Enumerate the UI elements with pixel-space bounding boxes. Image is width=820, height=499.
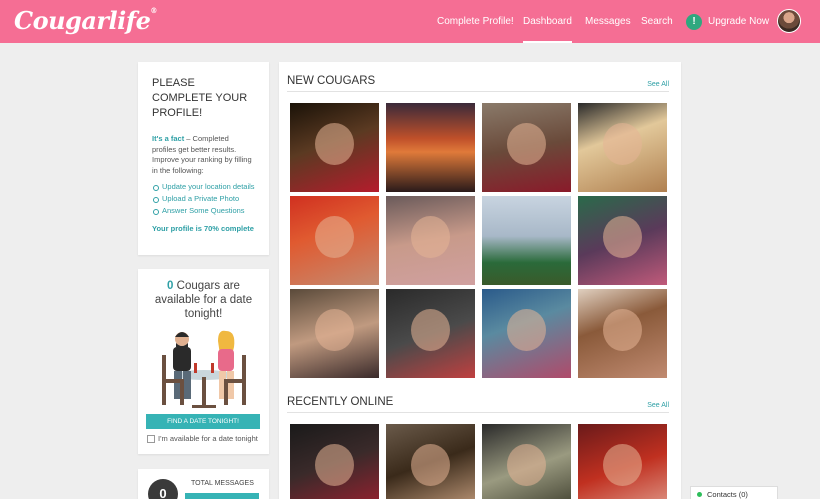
nav-dashboard[interactable]: Dashboard bbox=[523, 0, 572, 43]
cougarlife-logo[interactable]: Cougarlife® bbox=[14, 6, 157, 35]
top-nav-bar: Cougarlife® Complete Profile! Dashboard … bbox=[0, 0, 820, 43]
contacts-count: (0) bbox=[738, 489, 748, 499]
complete-profile-title: Please complete your profile! bbox=[152, 77, 248, 119]
new-cougar-profile-photo[interactable] bbox=[578, 289, 667, 378]
logo-text: Cougarlife bbox=[14, 6, 151, 35]
new-cougar-profile-photo[interactable] bbox=[386, 196, 475, 285]
contacts-chat-bar[interactable]: Contacts (0) bbox=[690, 486, 778, 499]
nav-search[interactable]: Search bbox=[641, 0, 673, 43]
available-tonight-checkbox[interactable]: I'm available for a date tonight bbox=[147, 434, 258, 443]
find-a-date-button[interactable]: Find a date tonight! bbox=[146, 414, 260, 429]
registered-mark: ® bbox=[150, 6, 157, 15]
new-cougar-profile-photo[interactable] bbox=[386, 103, 475, 192]
date-tonight-card: 0 Cougars are available for a date tonig… bbox=[138, 269, 269, 454]
todo-upload-private-photo[interactable]: Upload a Private Photo bbox=[152, 194, 255, 204]
profile-progress-text: Your profile is 70% complete bbox=[152, 224, 254, 233]
recently-online-see-all-link[interactable]: See All bbox=[647, 402, 669, 409]
total-messages-label: Total Messages bbox=[191, 480, 254, 487]
upgrade-label: Upgrade Now bbox=[708, 16, 770, 27]
recently-online-profile-photo[interactable] bbox=[290, 424, 379, 499]
new-cougar-profile-photo[interactable] bbox=[482, 103, 571, 192]
recently-online-profile-photo[interactable] bbox=[386, 424, 475, 499]
date-tonight-headline: 0 Cougars are available for a date tonig… bbox=[138, 279, 269, 321]
fact-lead: It's a fact bbox=[152, 134, 185, 143]
section-divider bbox=[287, 412, 669, 413]
nav-messages[interactable]: Messages bbox=[585, 0, 631, 43]
new-cougars-title: New Cougars bbox=[287, 75, 376, 87]
profile-fact-text: It's a fact – Completed profiles get bet… bbox=[152, 134, 255, 176]
new-cougar-profile-photo[interactable] bbox=[578, 103, 667, 192]
exclamation-icon: ! bbox=[686, 13, 702, 30]
available-tonight-label: I'm available for a date tonight bbox=[158, 434, 258, 443]
online-status-dot bbox=[697, 491, 702, 497]
profile-todo-list: Update your location details Upload a Pr… bbox=[152, 182, 255, 216]
todo-answer-questions[interactable]: Answer Some Questions bbox=[152, 206, 255, 216]
recently-online-grid bbox=[290, 424, 667, 499]
main-content-card: New Cougars See All Recently Online See … bbox=[279, 62, 681, 499]
dinner-date-illustration bbox=[162, 330, 246, 408]
new-cougars-see-all-link[interactable]: See All bbox=[647, 81, 669, 88]
new-cougar-profile-photo[interactable] bbox=[290, 196, 379, 285]
new-cougar-profile-photo[interactable] bbox=[290, 289, 379, 378]
total-messages-card: 0 Total Messages bbox=[138, 469, 269, 499]
checkbox-box[interactable] bbox=[147, 434, 155, 443]
nav-complete-profile[interactable]: Complete Profile! bbox=[437, 0, 514, 43]
recently-online-profile-photo[interactable] bbox=[578, 424, 667, 499]
user-avatar[interactable] bbox=[777, 9, 801, 33]
section-divider bbox=[287, 91, 669, 92]
todo-update-location[interactable]: Update your location details bbox=[152, 182, 255, 192]
new-cougar-profile-photo[interactable] bbox=[482, 289, 571, 378]
complete-profile-card: Please complete your profile! It's a fac… bbox=[138, 62, 269, 255]
new-cougar-profile-photo[interactable] bbox=[386, 289, 475, 378]
recently-online-title: Recently Online bbox=[287, 396, 394, 408]
messages-button[interactable] bbox=[185, 493, 259, 499]
new-cougars-grid bbox=[290, 103, 667, 378]
new-cougar-profile-photo[interactable] bbox=[578, 196, 667, 285]
total-messages-count: 0 bbox=[148, 479, 178, 499]
upgrade-now-link[interactable]: ! Upgrade Now bbox=[686, 0, 769, 43]
new-cougar-profile-photo[interactable] bbox=[482, 196, 571, 285]
recently-online-profile-photo[interactable] bbox=[482, 424, 571, 499]
contacts-label: Contacts bbox=[707, 489, 737, 499]
new-cougar-profile-photo[interactable] bbox=[290, 103, 379, 192]
available-count: 0 bbox=[167, 280, 174, 292]
